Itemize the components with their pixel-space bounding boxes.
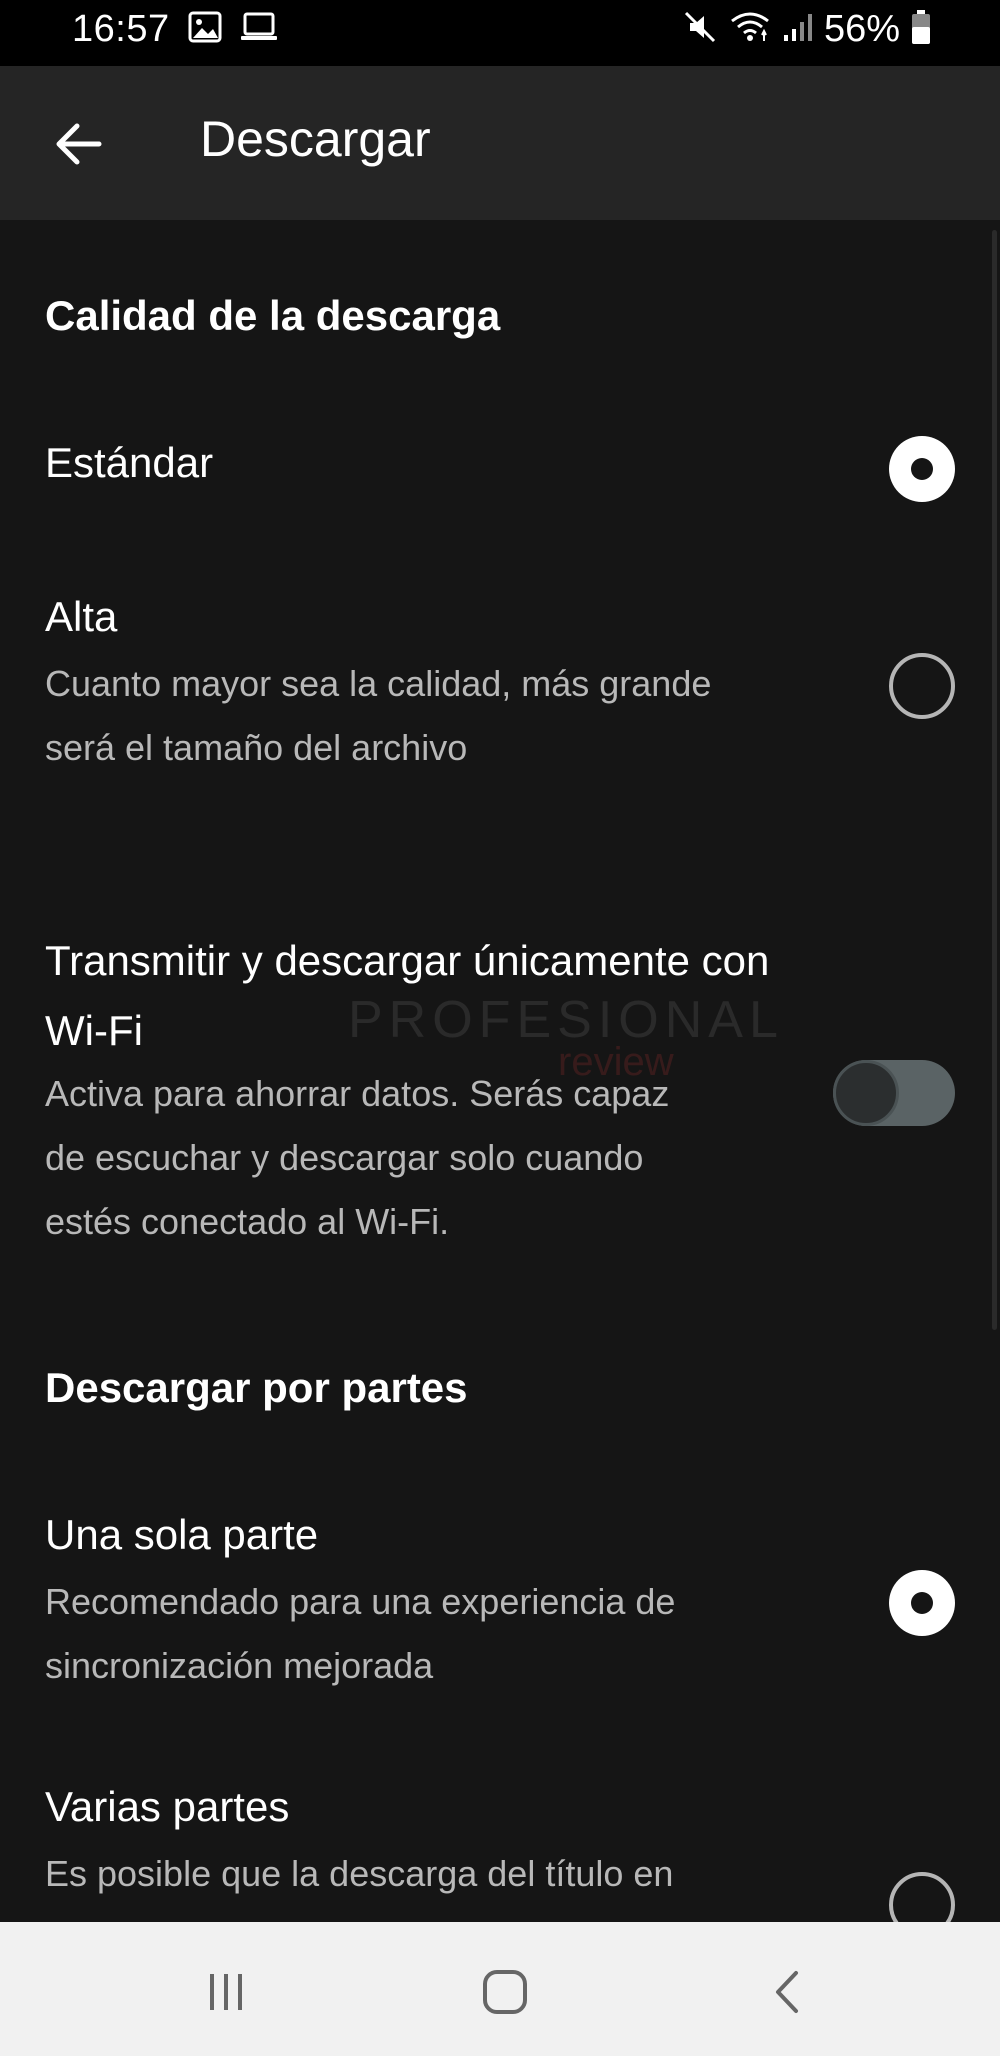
back-icon [776, 1971, 798, 2013]
home-icon [483, 1970, 527, 2014]
status-left: 16:57 [72, 8, 278, 51]
battery-icon [910, 9, 932, 50]
wifi-only-toggle[interactable] [833, 1060, 955, 1126]
option-multiple-parts-desc-1: Es posible que la descarga del título en [45, 1853, 674, 1894]
radio-high[interactable] [889, 653, 955, 719]
wifi-title-1: Transmitir y descargar únicamente con [45, 937, 770, 984]
status-right: 56% [682, 8, 932, 51]
home-button[interactable] [465, 1952, 545, 2032]
option-single-part-desc-1: Recomendado para una experiencia de [45, 1581, 676, 1622]
radio-multiple-parts[interactable] [889, 1872, 955, 1922]
radio-single-part[interactable] [889, 1570, 955, 1636]
wifi-desc-3: estés conectado al Wi-Fi. [45, 1201, 450, 1242]
mute-icon [682, 9, 718, 50]
system-back-button[interactable] [746, 1952, 826, 2032]
option-high-title: Alta [45, 593, 118, 640]
recent-apps-button[interactable] [186, 1952, 266, 2032]
wifi-icon [728, 9, 772, 50]
option-single-part-desc-2: sincronización mejorada [45, 1645, 434, 1686]
settings-content[interactable]: Calidad de la descarga Estándar Alta Cua… [0, 220, 1000, 1922]
toggle-knob [833, 1060, 899, 1126]
wifi-desc-1: Activa para ahorrar datos. Serás capaz [45, 1073, 670, 1114]
back-arrow-icon [56, 123, 102, 165]
wifi-desc-2: de escuchar y descargar solo cuando [45, 1137, 644, 1178]
battery-percent: 56% [823, 8, 900, 50]
page-title: Descargar [200, 111, 431, 167]
recent-apps-icon [210, 1974, 242, 2010]
signal-icon [782, 11, 814, 48]
status-bar: 16:57 56% [0, 0, 1000, 66]
radio-standard[interactable] [889, 436, 955, 502]
navigation-bar [0, 1922, 1000, 2056]
wifi-title-2: Wi-Fi [45, 1007, 143, 1054]
option-standard-title: Estándar [45, 439, 214, 486]
option-high-desc-2: será el tamaño del archivo [45, 727, 468, 768]
image-icon [188, 11, 222, 48]
option-single-part-title: Una sola parte [45, 1511, 319, 1558]
laptop-icon [240, 12, 278, 47]
option-high-desc-1: Cuanto mayor sea la calidad, más grande [45, 663, 712, 704]
section-header-parts: Descargar por partes [45, 1364, 468, 1411]
scrollbar[interactable] [992, 230, 997, 1330]
option-multiple-parts-title: Varias partes [45, 1783, 290, 1830]
app-bar: Descargar [0, 66, 1000, 220]
back-button[interactable] [40, 106, 116, 182]
watermark-top: PROFESIONAL [348, 991, 784, 1049]
status-time: 16:57 [72, 8, 170, 50]
section-header-quality: Calidad de la descarga [45, 292, 501, 339]
